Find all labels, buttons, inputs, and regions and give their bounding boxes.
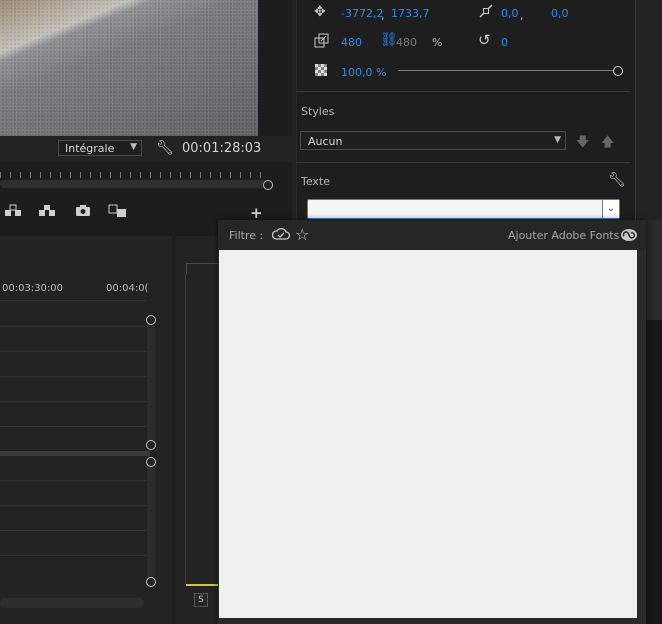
scrollbar-handle[interactable]: [146, 577, 156, 587]
anchor-x-value[interactable]: 0,0: [501, 7, 519, 20]
program-monitor-video[interactable]: [0, 0, 258, 136]
panel-edge: [646, 220, 662, 320]
track-line: [0, 505, 146, 506]
scrollbar-handle[interactable]: [146, 315, 156, 325]
chevron-down-icon: ▼: [554, 135, 561, 145]
export-frame-camera-icon[interactable]: [75, 204, 91, 221]
cloud-check-icon[interactable]: [271, 227, 291, 245]
track-line: [0, 555, 146, 556]
font-list[interactable]: [219, 250, 637, 618]
ruler-ticks: [0, 172, 262, 178]
wrench-icon[interactable]: 🔧︎: [608, 172, 626, 188]
track-line: [0, 480, 146, 481]
chevron-down-icon: ▼: [130, 142, 137, 152]
creative-cloud-icon[interactable]: [620, 228, 637, 242]
track-line: [0, 326, 146, 327]
zoom-fit-select[interactable]: Intégrale ▼: [58, 140, 142, 156]
meter-level-bar: [186, 584, 219, 586]
font-family-input[interactable]: ⌄: [307, 199, 620, 219]
extract-icon[interactable]: [38, 204, 56, 222]
position-x-value[interactable]: -3772,2: [341, 7, 383, 20]
monitor-zoom-scrollbar[interactable]: [0, 180, 266, 188]
push-style-down-icon[interactable]: 🡇︎: [576, 133, 589, 155]
push-style-up-icon[interactable]: 🡅︎: [601, 133, 614, 155]
anchor-y-value[interactable]: 0,0: [551, 7, 569, 20]
section-divider: [296, 91, 630, 92]
rotation-icon: ↺: [478, 31, 491, 49]
filter-label: Filtre :: [229, 229, 264, 242]
scrollbar-handle[interactable]: [146, 457, 156, 467]
lift-icon[interactable]: [4, 204, 22, 222]
audio-tracks-scrollbar[interactable]: [147, 462, 155, 584]
position-separator: ,: [381, 9, 385, 22]
wrench-settings-icon[interactable]: 🔧︎: [156, 140, 174, 156]
scale-icon: [314, 33, 329, 51]
opacity-slider-handle[interactable]: [613, 66, 623, 76]
panel-divider: [0, 232, 172, 236]
track-line: [0, 426, 146, 427]
styles-label: Styles: [301, 105, 335, 118]
timeline-ruler-label: 00:04:0(: [106, 283, 149, 294]
timeline-ruler-label: 00:03:30:00: [2, 283, 64, 294]
opacity-value[interactable]: 100,0 %: [341, 66, 386, 79]
chevron-down-icon[interactable]: ⌄: [602, 200, 619, 218]
scale-unit: %: [432, 36, 443, 49]
monitor-time-ruler[interactable]: [0, 166, 278, 190]
track-line: [0, 300, 146, 301]
track-line: [0, 530, 146, 531]
zoom-fit-value: Intégrale: [65, 142, 115, 155]
playhead-timecode: 00:01:28:03: [182, 141, 262, 156]
scale-width-value[interactable]: 480: [341, 36, 362, 49]
solo-button[interactable]: S: [194, 593, 208, 607]
timeline-horizontal-scrollbar[interactable]: [0, 598, 144, 608]
panel-edge: [646, 320, 662, 624]
video-tracks-scrollbar[interactable]: [147, 320, 155, 448]
opacity-slider[interactable]: [398, 70, 618, 71]
anchor-separator: ,: [520, 9, 524, 22]
track-line: [0, 376, 146, 377]
position-y-value[interactable]: 1733,7: [391, 7, 430, 20]
favorites-star-icon[interactable]: ☆: [295, 225, 309, 244]
anchor-point-icon: [478, 3, 494, 22]
position-move-icon: ✥: [314, 4, 326, 20]
comparison-view-icon[interactable]: [108, 204, 128, 222]
section-divider: [296, 162, 630, 163]
text-section-label: Texte: [301, 175, 331, 188]
scrollbar-handle[interactable]: [263, 180, 273, 190]
scrollbar-handle[interactable]: [146, 440, 156, 450]
track-line: [0, 401, 146, 402]
audio-meter: [185, 274, 220, 586]
styles-select[interactable]: Aucun ▼: [300, 131, 566, 150]
rotation-value[interactable]: 0: [501, 36, 508, 49]
opacity-checker-icon: [315, 64, 327, 79]
scale-height-value: 480: [396, 36, 417, 49]
video-audio-divider[interactable]: [0, 451, 150, 456]
styles-value: Aucun: [308, 135, 343, 148]
properties-section: [296, 0, 636, 220]
add-adobe-fonts-label: Ajouter Adobe Fonts :: [508, 229, 627, 242]
track-line: [0, 351, 146, 352]
